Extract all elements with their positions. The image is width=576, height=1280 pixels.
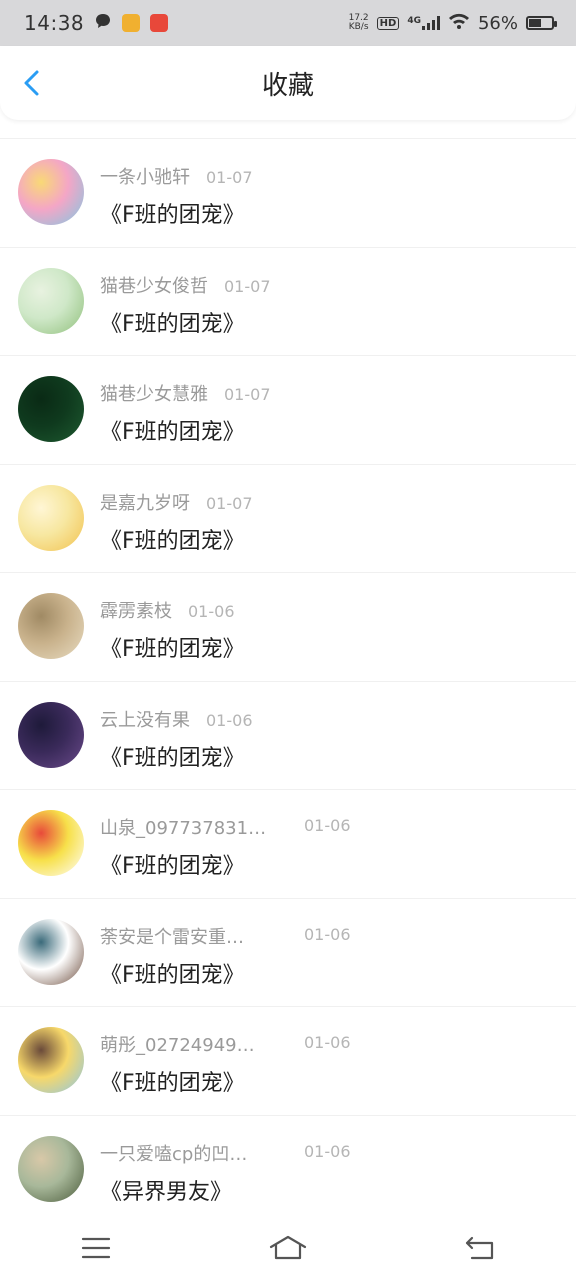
- list-item[interactable]: 荼安是个雷安重… 01-06 《F班的团宠》: [0, 897, 576, 1007]
- avatar[interactable]: [18, 159, 84, 225]
- status-time: 14:38: [24, 11, 85, 35]
- item-username: 云上没有果: [100, 709, 190, 731]
- item-username: 猫巷少女慧雅: [100, 384, 208, 405]
- net-speed: 17.2 KB/s: [349, 14, 369, 32]
- item-meta: 山泉_097737831… 01-06: [100, 814, 351, 840]
- item-date: 01-07: [224, 276, 271, 296]
- item-username: 山泉_097737831…: [100, 818, 267, 839]
- item-meta: 霹雳素枝 01-06: [100, 597, 235, 623]
- back-icon: [465, 1236, 494, 1260]
- hd-badge: HD: [376, 16, 400, 30]
- avatar[interactable]: [18, 376, 84, 442]
- net-speed-unit: KB/s: [348, 22, 369, 32]
- item-meta: 荼安是个雷安重… 01-06: [100, 923, 351, 949]
- item-username: 猫巷少女俊哲: [100, 275, 208, 297]
- header: 收藏: [0, 46, 576, 120]
- item-username: 萌彤_02724949…: [100, 1035, 255, 1056]
- item-title: 《F班的团宠》: [100, 962, 245, 988]
- item-date: 01-07: [224, 385, 271, 404]
- item-date: 01-06: [304, 924, 351, 944]
- battery-percent: 56%: [477, 12, 518, 34]
- avatar[interactable]: [18, 810, 84, 876]
- avatar[interactable]: [18, 1135, 84, 1202]
- back-nav-button[interactable]: [450, 1228, 510, 1268]
- item-meta: 一只爱嗑cp的凹… 01-06: [100, 1140, 351, 1166]
- list-item[interactable]: 一条小驰轩 01-07 《F班的团宠》: [0, 138, 576, 247]
- list-item[interactable]: 山泉_097737831… 01-06 《F班的团宠》: [0, 789, 576, 898]
- menu-icon: [81, 1237, 111, 1259]
- system-nav-bar: [0, 1216, 576, 1280]
- home-button[interactable]: [258, 1228, 318, 1268]
- item-title: 《异界男友》: [100, 1179, 233, 1205]
- item-date: 01-06: [206, 710, 253, 730]
- item-date: 01-06: [304, 1141, 351, 1161]
- item-title: 《F班的团宠》: [100, 311, 245, 337]
- battery-icon: [526, 16, 557, 30]
- chevron-left-icon: [24, 70, 39, 96]
- item-username: 荼安是个雷安重…: [100, 926, 244, 948]
- cellular-signal-icon: 4G: [407, 16, 440, 30]
- list-item[interactable]: 猫巷少女慧雅 01-07 《F班的团宠》: [0, 355, 576, 464]
- list-item[interactable]: 云上没有果 01-06 《F班的团宠》: [0, 680, 576, 790]
- item-username: 是嘉九岁呀: [100, 492, 190, 514]
- message-icon: [94, 11, 112, 35]
- page-title: 收藏: [261, 70, 314, 101]
- item-date: 01-07: [206, 168, 253, 187]
- avatar[interactable]: [18, 1027, 84, 1093]
- avatar[interactable]: [18, 484, 84, 551]
- list-item[interactable]: 猫巷少女俊哲 01-07 《F班的团宠》: [0, 246, 576, 356]
- item-meta: 猫巷少女俊哲 01-07: [100, 272, 271, 298]
- avatar[interactable]: [18, 918, 84, 985]
- item-username: 一条小驰轩: [100, 167, 190, 188]
- item-title: 《F班的团宠》: [100, 528, 245, 554]
- network-type: 4G: [407, 16, 421, 26]
- avatar[interactable]: [18, 593, 84, 659]
- list-item[interactable]: 萌彤_02724949… 01-06 《F班的团宠》: [0, 1006, 576, 1115]
- item-meta: 猫巷少女慧雅 01-07: [100, 380, 271, 406]
- status-left: 14:38: [24, 11, 169, 35]
- item-title: 《F班的团宠》: [100, 1071, 245, 1096]
- item-meta: 一条小驰轩 01-07: [100, 163, 253, 189]
- item-date: 01-06: [188, 602, 235, 621]
- item-title: 《F班的团宠》: [100, 203, 245, 228]
- item-date: 01-06: [304, 1033, 351, 1052]
- item-meta: 云上没有果 01-06: [100, 706, 253, 732]
- item-username: 一只爱嗑cp的凹…: [100, 1143, 248, 1165]
- back-button[interactable]: [18, 68, 48, 98]
- home-icon: [269, 1235, 307, 1260]
- list-item[interactable]: 是嘉九岁呀 01-07 《F班的团宠》: [0, 463, 576, 573]
- item-date: 01-06: [304, 816, 351, 835]
- avatar[interactable]: [18, 267, 84, 334]
- list-item[interactable]: 霹雳素枝 01-06 《F班的团宠》: [0, 572, 576, 681]
- item-meta: 萌彤_02724949… 01-06: [100, 1031, 351, 1057]
- item-title: 《F班的团宠》: [100, 745, 245, 771]
- menu-button[interactable]: [66, 1228, 126, 1268]
- item-title: 《F班的团宠》: [100, 637, 245, 662]
- favorites-list: 一条小驰轩 01-07 《F班的团宠》 猫巷少女俊哲 01-07 《F班的团宠》 猫巷少女慧…: [0, 138, 576, 1223]
- avatar[interactable]: [18, 701, 84, 768]
- item-date: 01-07: [206, 493, 253, 513]
- item-meta: 是嘉九岁呀 01-07: [100, 489, 253, 515]
- item-title: 《F班的团宠》: [100, 420, 245, 445]
- item-username: 霹雳素枝: [100, 601, 172, 622]
- status-right: 17.2 KB/s HD 4G 56%: [349, 12, 557, 34]
- app-notification-icon: [122, 14, 141, 32]
- list-item[interactable]: 一只爱嗑cp的凹… 01-06 《异界男友》: [0, 1114, 576, 1224]
- wifi-icon: [448, 13, 470, 34]
- app-notification-icon-2: [150, 14, 169, 32]
- status-bar: 14:38 17.2 KB/s HD 4G 56%: [0, 0, 576, 46]
- item-title: 《F班的团宠》: [100, 854, 245, 879]
